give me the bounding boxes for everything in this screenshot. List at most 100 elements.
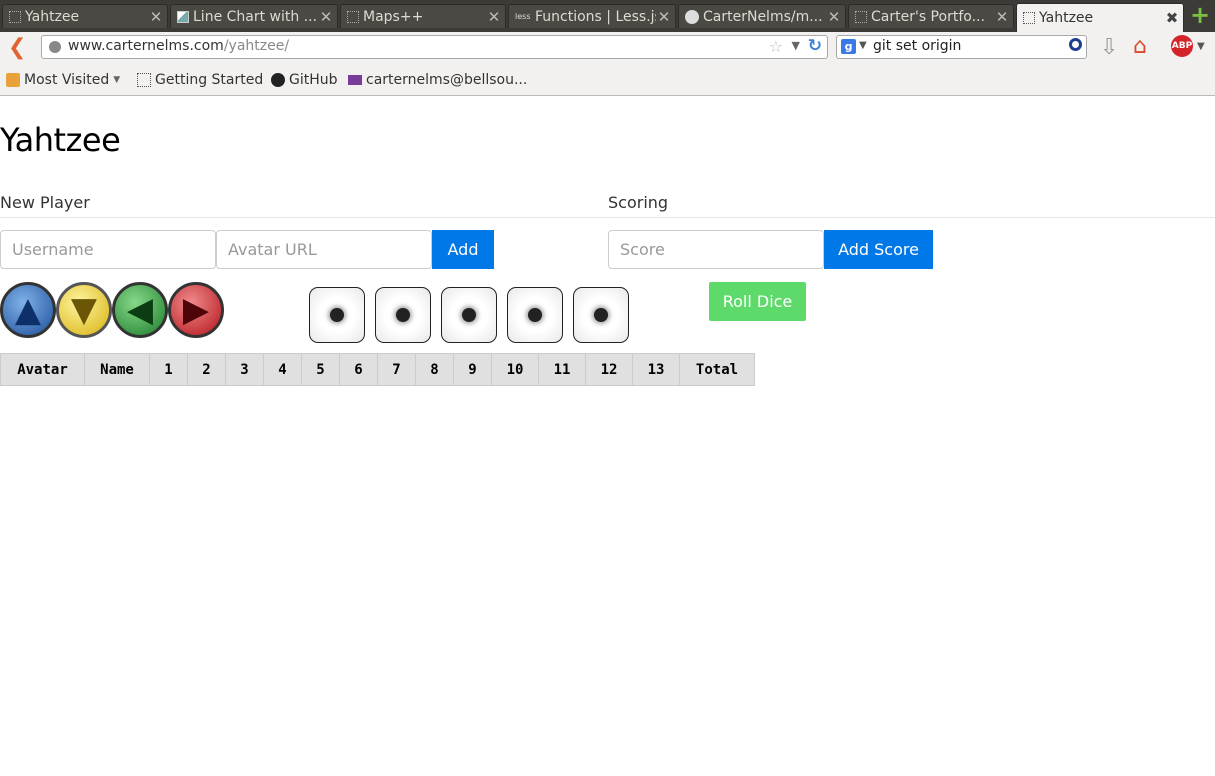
die-2[interactable] [375, 287, 431, 343]
bookmark-label: Getting Started [155, 72, 264, 88]
scoring-heading: Scoring [608, 193, 669, 212]
tab-title: CarterNelms/m... [703, 8, 823, 25]
bookmark-star-icon[interactable]: ☆ [769, 37, 783, 56]
die-pip [396, 308, 410, 322]
bookmark-getting-started[interactable]: Getting Started [137, 72, 263, 88]
blank-page-icon [347, 10, 359, 23]
tab-title: Carter's Portfo... [871, 8, 985, 25]
search-bar[interactable]: g ▼ [836, 35, 1087, 59]
arrow-down-icon: ▼ [70, 290, 98, 330]
close-icon[interactable]: ✕ [994, 8, 1010, 26]
page-content: Yahtzee New Player Scoring Add Add Score… [0, 97, 1215, 776]
home-icon[interactable]: ⌂ [1133, 34, 1147, 59]
col-9: 9 [453, 353, 492, 386]
col-7: 7 [377, 353, 416, 386]
close-icon[interactable]: ✕ [148, 8, 164, 26]
tab-portfolio[interactable]: Carter's Portfo... ✕ [848, 4, 1014, 28]
url-text[interactable]: www.carternelms.com/yahtzee/ [68, 38, 289, 54]
chart-icon [177, 10, 189, 23]
col-12: 12 [585, 353, 633, 386]
table-header-row: Avatar Name 1 2 3 4 5 6 7 8 9 10 11 12 1… [0, 353, 755, 386]
url-path: /yahtzee/ [223, 38, 290, 54]
tab-maps[interactable]: Maps++ ✕ [340, 4, 506, 28]
bookmark-github[interactable]: GitHub [271, 72, 338, 88]
close-icon[interactable]: ✕ [486, 8, 502, 26]
tab-github[interactable]: CarterNelms/m... ✕ [678, 4, 846, 28]
close-icon[interactable]: ✕ [656, 8, 672, 26]
tab-title: Functions | Less.js [535, 8, 656, 25]
new-tab-icon[interactable]: + [1189, 3, 1211, 27]
bookmark-most-visited[interactable]: Most Visited ▼ [6, 72, 120, 88]
mail-icon [348, 75, 362, 85]
bookmarks-toolbar: Most Visited ▼ Getting Started GitHub ca… [0, 64, 1215, 96]
arrow-right-icon: ▶ [182, 290, 210, 330]
blank-page-icon [137, 73, 151, 87]
col-avatar: Avatar [0, 353, 85, 386]
blank-page-icon [855, 10, 867, 23]
address-bar[interactable]: www.carternelms.com/yahtzee/ ☆ ▼ ↻ [41, 35, 828, 59]
adblock-dropdown-icon[interactable]: ▼ [1197, 41, 1205, 52]
github-icon [271, 73, 285, 87]
arrow-left-icon: ◀ [126, 290, 154, 330]
scoreboard-table: Avatar Name 1 2 3 4 5 6 7 8 9 10 11 12 1… [0, 353, 755, 386]
die-1[interactable] [309, 287, 365, 343]
reload-icon[interactable]: ↻ [808, 36, 822, 56]
back-arrow-icon[interactable]: ❮ [8, 35, 26, 60]
die-3[interactable] [441, 287, 497, 343]
globe-icon [49, 41, 61, 53]
url-domain: www.carternelms.com [68, 38, 224, 54]
die-pip [528, 308, 542, 322]
close-icon[interactable]: ✕ [826, 8, 842, 26]
close-icon[interactable]: ✖ [1164, 9, 1180, 27]
die-4[interactable] [507, 287, 563, 343]
folder-icon [6, 73, 20, 87]
roll-dice-button[interactable]: Roll Dice [709, 282, 806, 321]
divider [0, 217, 1215, 218]
tab-title: Yahtzee [25, 8, 80, 25]
close-icon[interactable]: ✕ [318, 8, 334, 26]
col-8: 8 [415, 353, 454, 386]
arrow-up-icon: ▲ [14, 290, 42, 330]
col-2: 2 [187, 353, 226, 386]
new-player-heading: New Player [0, 193, 90, 212]
die-pip [594, 308, 608, 322]
col-10: 10 [491, 353, 539, 386]
search-icon[interactable] [1069, 38, 1082, 51]
navigation-bar: ❮ www.carternelms.com/yahtzee/ ☆ ▼ ↻ g ▼ [0, 32, 1215, 64]
search-input[interactable] [873, 38, 1053, 54]
tab-title: Line Chart with ... [193, 8, 318, 25]
page-title: Yahtzee [0, 121, 121, 159]
tab-yahtzee-active[interactable]: Yahtzee ✖ [1016, 3, 1184, 32]
blank-page-icon [1023, 12, 1035, 24]
download-icon[interactable]: ⇩ [1100, 35, 1118, 60]
avatar-right[interactable]: ▶ [168, 282, 224, 338]
add-score-button[interactable]: Add Score [824, 230, 933, 269]
tab-less-functions[interactable]: less Functions | Less.js ✕ [508, 4, 676, 28]
bookmark-label: GitHub [289, 72, 338, 88]
tab-line-chart[interactable]: Line Chart with ... ✕ [170, 4, 338, 28]
avatar-down[interactable]: ▼ [56, 282, 112, 338]
history-dropdown-icon[interactable]: ▼ [792, 39, 800, 52]
add-player-button[interactable]: Add [432, 230, 494, 269]
col-4: 4 [263, 353, 302, 386]
avatar-url-input[interactable] [216, 230, 432, 269]
score-input[interactable] [608, 230, 824, 269]
col-11: 11 [538, 353, 586, 386]
less-icon: less [515, 11, 531, 21]
adblock-icon[interactable]: ABP [1171, 35, 1193, 57]
tab-title: Maps++ [363, 8, 424, 25]
google-icon[interactable]: g [841, 39, 856, 54]
username-input[interactable] [0, 230, 216, 269]
avatar-left[interactable]: ◀ [112, 282, 168, 338]
die-5[interactable] [573, 287, 629, 343]
die-pip [462, 308, 476, 322]
col-3: 3 [225, 353, 264, 386]
col-5: 5 [301, 353, 340, 386]
search-engine-dropdown-icon[interactable]: ▼ [859, 40, 867, 51]
col-1: 1 [149, 353, 188, 386]
tab-yahtzee-1[interactable]: Yahtzee ✕ [2, 4, 168, 28]
avatar-up[interactable]: ▲ [0, 282, 56, 338]
bookmark-mail[interactable]: carternelms@bellsou... [348, 72, 527, 88]
col-name: Name [84, 353, 150, 386]
blank-page-icon [9, 10, 21, 23]
